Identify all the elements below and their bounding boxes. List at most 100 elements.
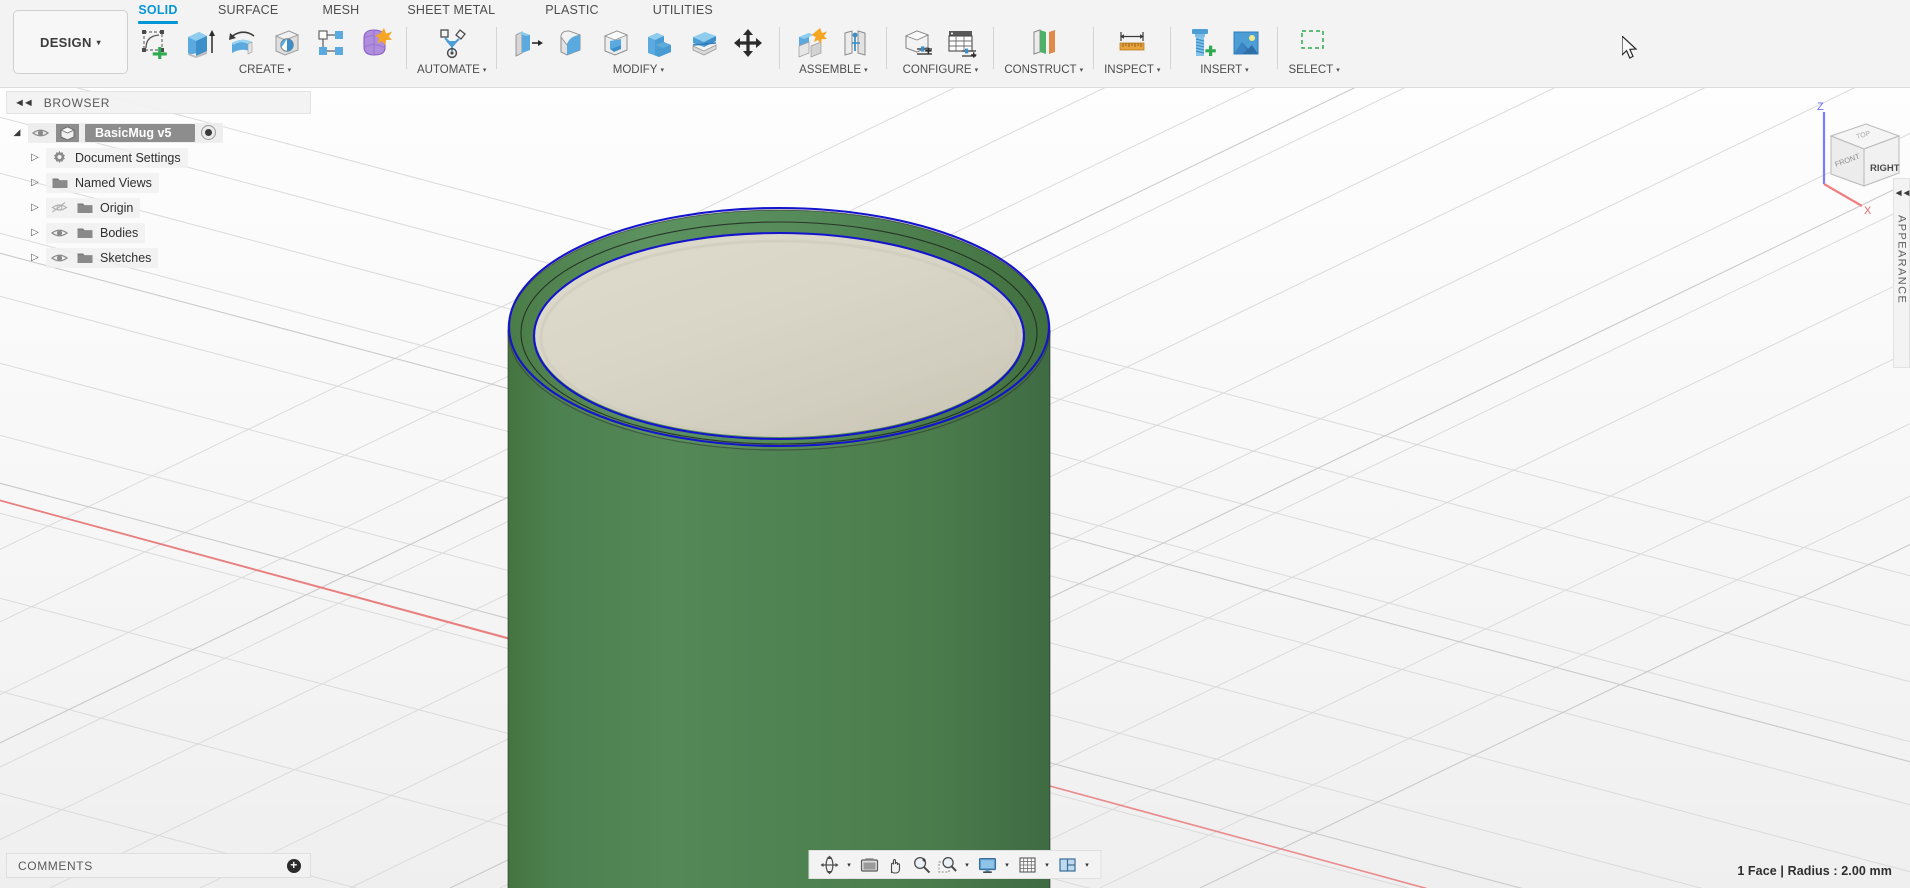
insert-canvas-button[interactable]: [1225, 22, 1267, 64]
move-copy-button[interactable]: [727, 22, 769, 64]
display-settings-dropdown-caret[interactable]: ▾: [1001, 852, 1014, 877]
combine-button[interactable]: [639, 22, 681, 64]
comments-title: COMMENTS: [18, 858, 93, 873]
look-at-button[interactable]: [857, 852, 882, 877]
expand-arrow-icon[interactable]: ▷: [24, 152, 46, 163]
tab-utilities[interactable]: UTILITIES: [643, 3, 723, 17]
measure-button[interactable]: [1111, 22, 1153, 64]
group-create-label[interactable]: CREATE ▾: [239, 64, 291, 76]
viewports-button[interactable]: [1055, 852, 1080, 877]
group-select-label[interactable]: SELECT ▾: [1288, 64, 1339, 76]
tree-node-bodies[interactable]: ▷ Bodies: [6, 220, 311, 245]
offset-plane-button[interactable]: [1023, 22, 1065, 64]
tab-sheet-metal-label: SHEET METAL: [407, 3, 496, 17]
tree-node-named-views[interactable]: ▷ Named Views: [6, 170, 311, 195]
tab-utilities-label: UTILITIES: [652, 3, 713, 17]
collapse-browser-icon[interactable]: ◄◄: [14, 97, 34, 109]
zoom-window-button[interactable]: [935, 852, 960, 877]
expand-arrow-icon[interactable]: ▷: [24, 252, 46, 263]
visibility-eye-off-icon[interactable]: [50, 201, 69, 214]
appearance-panel-tab[interactable]: ◄◄ APPEARANCE: [1893, 178, 1910, 368]
activate-component-radio[interactable]: [201, 125, 217, 140]
grid-snaps-dropdown-caret[interactable]: ▾: [1041, 852, 1054, 877]
viewports-dropdown-caret[interactable]: ▾: [1081, 852, 1094, 877]
collapse-appearance-icon[interactable]: ◄◄: [1894, 188, 1910, 199]
toolbar-divider: [1170, 27, 1172, 69]
chevron-down-icon: ▾: [864, 67, 868, 74]
tab-sheet-metal[interactable]: SHEET METAL: [397, 3, 505, 17]
group-insert-label[interactable]: INSERT ▾: [1200, 64, 1248, 76]
view-cube[interactable]: Z X RIGHT FRONT TOP: [1800, 94, 1904, 218]
gear-icon: [50, 150, 69, 165]
revolve-button[interactable]: [222, 22, 264, 64]
visibility-eye-icon[interactable]: [31, 127, 50, 139]
pattern-icon: [318, 30, 343, 55]
new-component-button[interactable]: [790, 22, 832, 64]
display-settings-button[interactable]: [975, 852, 1000, 877]
expand-arrow-icon[interactable]: ◢: [6, 127, 28, 138]
press-pull-button[interactable]: [507, 22, 549, 64]
automate-generative-button[interactable]: [431, 22, 473, 64]
configuration-table-button[interactable]: [941, 22, 983, 64]
insert-canvas-icon: [1233, 31, 1259, 55]
tree-node-origin[interactable]: ▷ Origin: [6, 195, 311, 220]
root-component-name[interactable]: BasicMug v5: [85, 123, 196, 142]
zoom-window-dropdown-caret[interactable]: ▾: [961, 852, 974, 877]
joint-button[interactable]: [834, 22, 876, 64]
group-configure-label[interactable]: CONFIGURE ▾: [903, 64, 979, 76]
extrude-button[interactable]: [178, 22, 220, 64]
browser-panel: ◄◄ BROWSER ◢ BasicMug v5 ▷ Document Sett…: [6, 91, 311, 270]
toolbar-divider: [1093, 27, 1095, 69]
tree-label: Sketches: [100, 250, 152, 265]
create-form-button[interactable]: [354, 22, 396, 64]
shell-button[interactable]: [595, 22, 637, 64]
viewcube-face-label: RIGHT: [1870, 163, 1900, 174]
chevron-down-icon: ▾: [1079, 67, 1084, 74]
configure-design-button[interactable]: [897, 22, 939, 64]
select-window-button[interactable]: [1293, 22, 1335, 64]
tree-node-sketches[interactable]: ▷ Sketches: [6, 245, 311, 270]
sweep-icon: [274, 30, 300, 56]
comments-panel[interactable]: COMMENTS +: [6, 853, 311, 878]
create-sketch-button[interactable]: [134, 22, 176, 64]
expand-arrow-icon[interactable]: ▷: [24, 177, 46, 188]
status-bar: 1 Face | Radius : 2.00 mm: [1737, 864, 1892, 878]
expand-arrow-icon[interactable]: ▷: [24, 227, 46, 238]
expand-arrow-icon[interactable]: ▷: [24, 202, 46, 213]
tree-node-document-settings[interactable]: ▷ Document Settings: [6, 145, 311, 170]
fillet-button[interactable]: [551, 22, 593, 64]
zoom-button[interactable]: [909, 852, 934, 877]
toolbar-divider: [779, 27, 781, 69]
group-automate: AUTOMATE ▾: [411, 21, 492, 83]
tab-plastic[interactable]: PLASTIC: [535, 3, 609, 17]
group-modify-label[interactable]: MODIFY ▾: [613, 64, 664, 76]
add-comment-icon[interactable]: +: [287, 858, 301, 873]
workspace-label: DESIGN: [40, 34, 92, 50]
visibility-eye-icon[interactable]: [50, 252, 69, 264]
grid-snaps-icon: [1019, 857, 1035, 872]
combine-icon: [648, 33, 672, 57]
group-inspect-label[interactable]: INSPECT ▾: [1104, 64, 1160, 76]
group-automate-label[interactable]: AUTOMATE ▾: [417, 64, 486, 76]
tab-mesh[interactable]: MESH: [312, 3, 369, 17]
revolve-icon: [229, 31, 255, 55]
orbit-dropdown-caret[interactable]: ▾: [843, 852, 856, 877]
chevron-down-icon: ▾: [660, 67, 664, 74]
tree-label: Named Views: [75, 175, 152, 190]
group-assemble-label[interactable]: ASSEMBLE ▾: [799, 64, 868, 76]
tab-surface[interactable]: SURFACE: [208, 3, 288, 17]
group-construct-label[interactable]: CONSTRUCT ▾: [1004, 64, 1083, 76]
mug-body-model[interactable]: [507, 175, 1051, 888]
tree-node-root[interactable]: ◢ BasicMug v5: [6, 120, 311, 145]
tab-plastic-label: PLASTIC: [545, 3, 599, 17]
offset-face-button[interactable]: [683, 22, 725, 64]
workspace-switcher-button[interactable]: DESIGN ▾: [13, 10, 128, 74]
sweep-button[interactable]: [266, 22, 308, 64]
grid-snaps-button[interactable]: [1015, 852, 1040, 877]
pan-button[interactable]: [883, 852, 908, 877]
viewports-icon: [1058, 857, 1076, 872]
insert-mcmaster-button[interactable]: [1181, 22, 1223, 64]
visibility-eye-icon[interactable]: [50, 227, 69, 239]
orbit-button[interactable]: [817, 852, 842, 877]
pattern-button[interactable]: [310, 22, 352, 64]
